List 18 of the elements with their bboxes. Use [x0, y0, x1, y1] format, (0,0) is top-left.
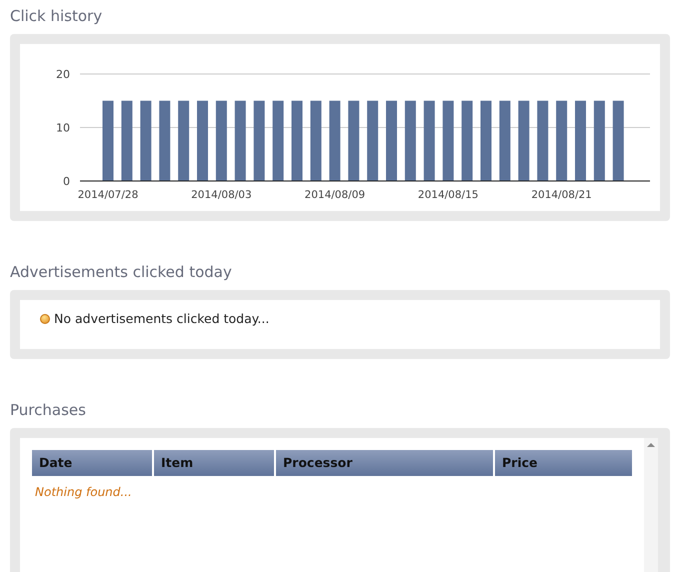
column-header: Price	[495, 450, 632, 476]
column-header: Processor	[276, 450, 493, 476]
section-title: Click history	[10, 6, 104, 27]
y-tick-label: 0	[63, 175, 70, 188]
x-tick-label: 2014/08/21	[531, 189, 592, 201]
empty-message: Nothing found...	[34, 484, 133, 501]
x-tick-label: 2014/08/15	[418, 189, 478, 201]
section-title: Purchases	[10, 400, 87, 421]
column-header: Item	[154, 450, 274, 476]
empty-message: No advertisements clicked today...	[54, 311, 270, 327]
x-tick-label: 2014/07/28	[78, 189, 138, 201]
y-tick-label: 10	[56, 122, 70, 134]
column-header: Date	[32, 450, 152, 476]
scroll-up-icon	[647, 443, 655, 447]
section-title: Advertisements clicked today	[10, 262, 233, 283]
x-tick-label: 2014/08/09	[304, 189, 366, 201]
y-tick-label: 20	[56, 68, 70, 81]
x-tick-label: 2014/08/03	[191, 189, 252, 201]
